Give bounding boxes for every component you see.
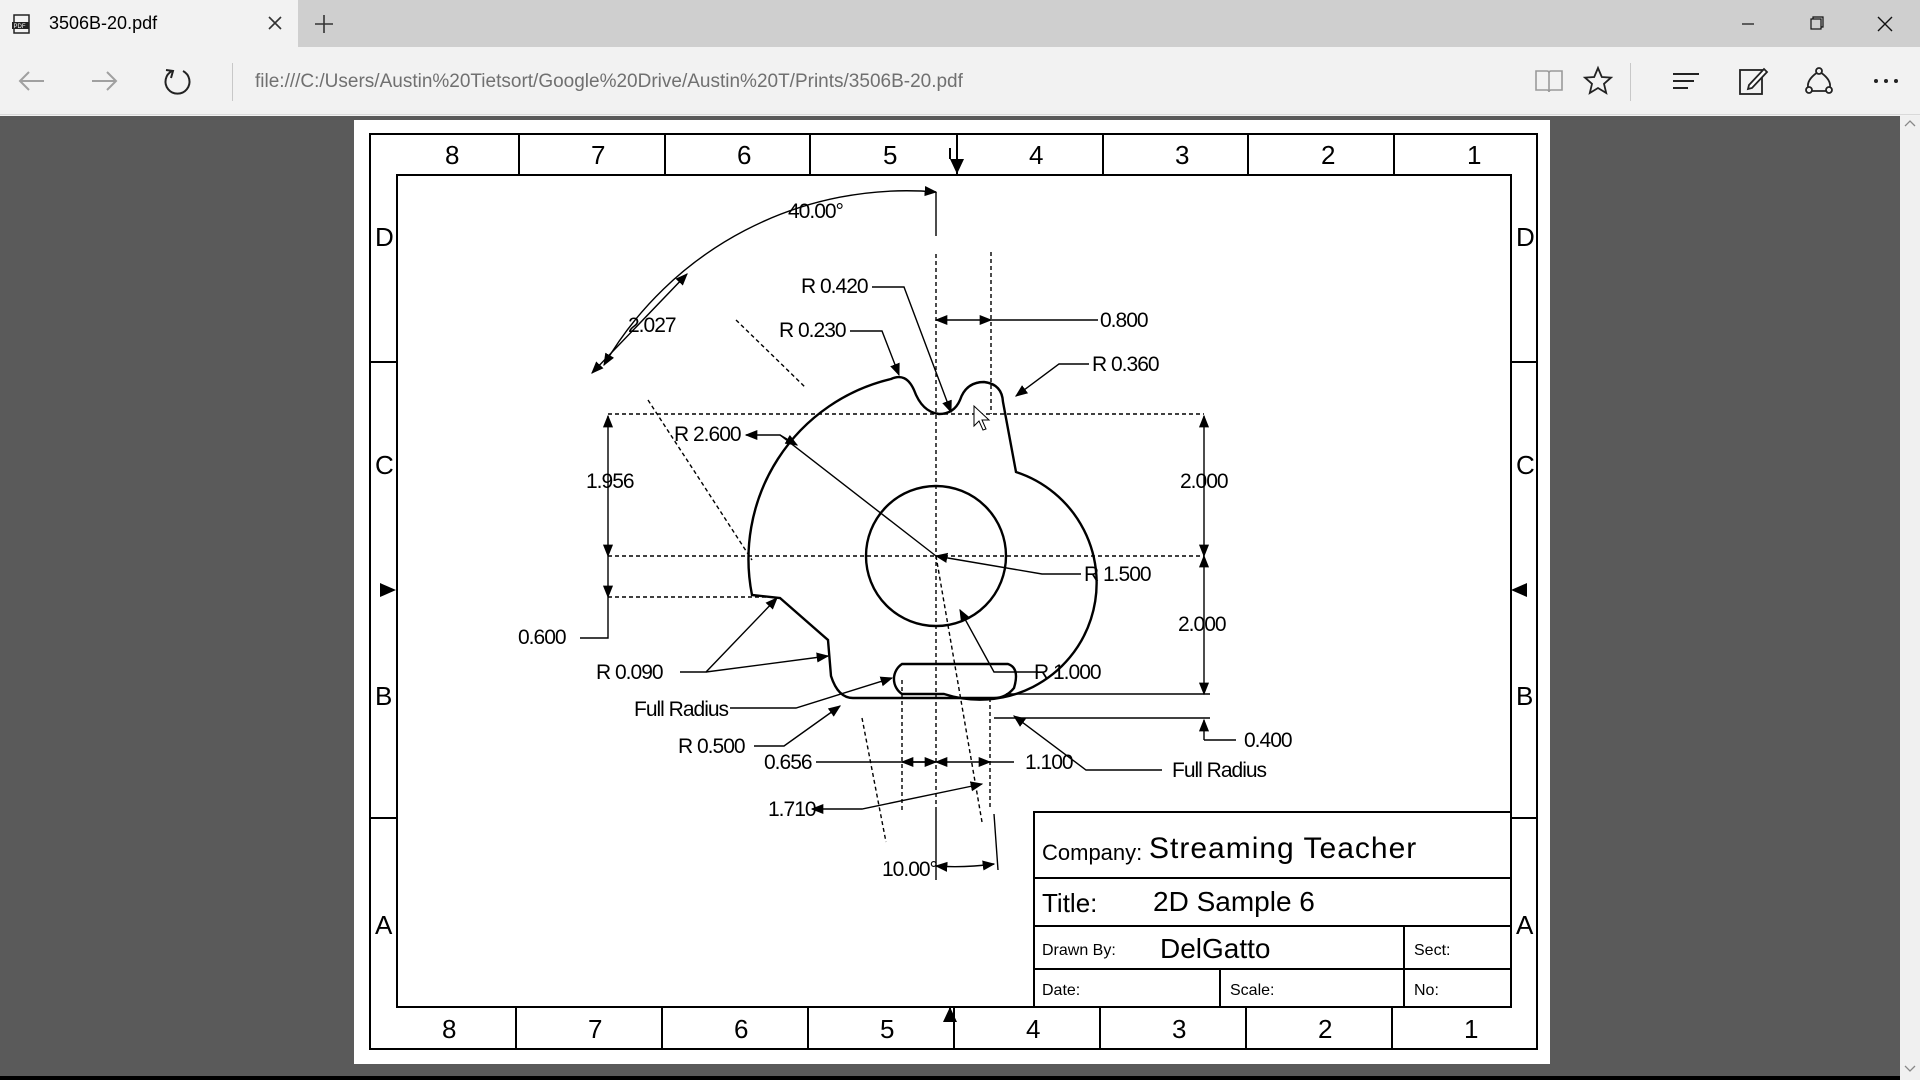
title-label: Title: [1042,888,1097,918]
dimension-label: R 0.360 [1092,353,1159,376]
mouse-cursor [973,404,991,431]
zone-label: 5 [880,1014,894,1044]
zone-label: 6 [737,140,751,170]
dimension-labels: 40.00° 2.027 R 0.420 R 0.230 0.800 R 0.3… [518,200,1293,881]
technical-drawing: 8 7 6 5 4 3 2 1 8 7 6 5 4 3 2 1 D C B A … [369,133,1538,1050]
sect-label: Sect: [1414,942,1450,959]
pdf-icon: PDF [12,14,30,34]
pdf-page: 8 7 6 5 4 3 2 1 8 7 6 5 4 3 2 1 D C B A … [354,120,1550,1064]
scale-label: Scale: [1230,982,1274,999]
zone-label: C [375,450,394,480]
dimension-label: 2.027 [628,314,676,337]
drawing-border [369,133,1538,1050]
new-tab-icon[interactable] [312,12,336,36]
restore-icon[interactable] [1793,8,1839,40]
zone-label: 6 [734,1014,748,1044]
dimension-label: Full Radius [1172,759,1267,782]
zone-label: A [1516,910,1534,940]
zone-label: 5 [883,140,897,170]
part-outline [747,375,1098,701]
more-options-icon[interactable] [1870,65,1902,97]
dimension-label: 0.656 [764,751,812,774]
title-value: 2D Sample 6 [1153,886,1315,917]
zone-label: B [375,681,392,711]
dimension-label: 1.100 [1025,751,1073,774]
favorite-star-icon[interactable] [1582,65,1614,97]
dimension-label: R 0.090 [596,661,663,684]
zone-labels: 8 7 6 5 4 3 2 1 8 7 6 5 4 3 2 1 D C B A … [375,140,1535,1044]
company-label: Company: [1042,840,1142,865]
center-arrow-left [380,583,396,597]
center-arrow-right [1511,583,1527,597]
title-bar: PDF 3506B-20.pdf [0,0,1920,47]
title-block: Company: Streaming Teacher Title: 2D Sam… [1033,811,1512,1008]
hub-icon[interactable] [1670,65,1702,97]
zone-label: 1 [1464,1014,1478,1044]
zone-label: 7 [588,1014,602,1044]
web-note-icon[interactable] [1737,65,1769,97]
center-arrow-top [950,159,964,174]
address-toolbar: file:///C:/Users/Austin%20Tietsort/Googl… [0,47,1920,115]
dimension-label: R 0.230 [779,319,846,342]
dimension-label: R 0.500 [678,735,745,758]
tab-title: 3506B-20.pdf [49,13,158,33]
zone-label: 3 [1175,140,1189,170]
zone-label: C [1516,450,1535,480]
reading-view-icon[interactable] [1533,65,1565,97]
date-label: Date: [1042,982,1080,999]
zone-label: 1 [1467,140,1481,170]
forward-arrow-icon[interactable] [88,65,120,97]
dimension-label: 1.956 [586,470,634,493]
toolbar-divider [1630,63,1631,101]
toolbar-divider [232,63,233,101]
zone-label: 3 [1172,1014,1186,1044]
no-label: No: [1414,982,1439,999]
scroll-up-icon[interactable] [1904,118,1916,130]
close-window-icon[interactable] [1862,8,1908,40]
svg-text:PDF: PDF [14,24,26,30]
zone-label: 7 [591,140,605,170]
dimension-label: 1.710 [768,798,816,821]
vertical-scrollbar[interactable] [1900,116,1920,1080]
dimension-label: 10.00° [882,858,938,881]
dimension-label: 0.800 [1100,309,1148,332]
dimension-label: R 1.000 [1034,661,1101,684]
zone-label: 8 [445,140,459,170]
company-value: Streaming Teacher [1149,832,1417,865]
dimension-label: R 0.420 [801,275,868,298]
browser-tab[interactable]: PDF 3506B-20.pdf [0,0,298,47]
dimension-label: R 2.600 [674,423,741,446]
share-icon[interactable] [1803,65,1835,97]
back-arrow-icon[interactable] [16,65,48,97]
dimension-label: 2.000 [1178,613,1226,636]
drawn-by-value: DelGatto [1160,933,1271,964]
dimension-label: Full Radius [634,698,729,721]
address-bar[interactable]: file:///C:/Users/Austin%20Tietsort/Googl… [255,71,963,93]
zone-label: B [1516,681,1533,711]
zone-label: D [375,222,394,252]
dimension-label: 0.400 [1244,729,1292,752]
minimize-icon[interactable] [1725,8,1771,40]
zone-label: 2 [1318,1014,1332,1044]
dimension-lines [580,186,1236,880]
zone-label: A [375,910,393,940]
zone-label: 4 [1029,140,1043,170]
drawn-by-label: Drawn By: [1042,942,1116,959]
dimension-label: R 1.500 [1084,563,1151,586]
dimension-label: 2.000 [1180,470,1228,493]
zone-label: 4 [1026,1014,1040,1044]
scroll-down-icon[interactable] [1904,1062,1916,1074]
dimension-label: 0.600 [518,626,566,649]
zone-label: D [1516,222,1535,252]
zone-label: 8 [442,1014,456,1044]
taskbar-edge [0,1076,1900,1080]
refresh-icon[interactable] [161,65,193,97]
zone-label: 2 [1321,140,1335,170]
close-tab-icon[interactable] [264,12,286,34]
dimension-label: 40.00° [788,200,844,223]
